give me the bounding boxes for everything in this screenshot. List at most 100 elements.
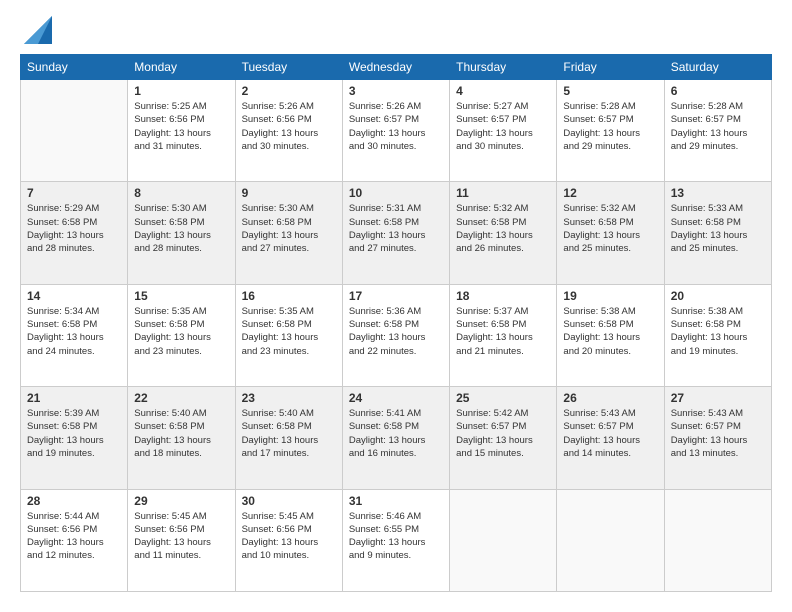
day-number: 6 <box>671 84 765 98</box>
calendar-header-wednesday: Wednesday <box>342 55 449 80</box>
day-number: 11 <box>456 186 550 200</box>
day-number: 23 <box>242 391 336 405</box>
day-info: Sunrise: 5:46 AM Sunset: 6:55 PM Dayligh… <box>349 510 443 563</box>
day-info: Sunrise: 5:38 AM Sunset: 6:58 PM Dayligh… <box>671 305 765 358</box>
calendar-cell: 10 Sunrise: 5:31 AM Sunset: 6:58 PM Dayli… <box>342 182 449 284</box>
day-number: 30 <box>242 494 336 508</box>
day-number: 14 <box>27 289 121 303</box>
day-number: 25 <box>456 391 550 405</box>
day-number: 24 <box>349 391 443 405</box>
calendar-cell: 17 Sunrise: 5:36 AM Sunset: 6:58 PM Dayli… <box>342 284 449 386</box>
day-number: 28 <box>27 494 121 508</box>
calendar-cell: 12 Sunrise: 5:32 AM Sunset: 6:58 PM Dayli… <box>557 182 664 284</box>
day-info: Sunrise: 5:40 AM Sunset: 6:58 PM Dayligh… <box>134 407 228 460</box>
day-number: 12 <box>563 186 657 200</box>
calendar-cell: 19Sunrise: 5:38 AM Sunset: 6:58 PM Dayli… <box>557 284 664 386</box>
day-number: 7 <box>27 186 121 200</box>
day-info: Sunrise: 5:33 AM Sunset: 6:58 PM Dayligh… <box>671 202 765 255</box>
day-info: Sunrise: 5:43 AM Sunset: 6:57 PM Dayligh… <box>563 407 657 460</box>
calendar-cell: 28Sunrise: 5:44 AM Sunset: 6:56 PM Dayli… <box>21 489 128 591</box>
day-info: Sunrise: 5:31 AM Sunset: 6:58 PM Dayligh… <box>349 202 443 255</box>
day-number: 31 <box>349 494 443 508</box>
day-info: Sunrise: 5:35 AM Sunset: 6:58 PM Dayligh… <box>242 305 336 358</box>
calendar-header-monday: Monday <box>128 55 235 80</box>
calendar-table: SundayMondayTuesdayWednesdayThursdayFrid… <box>20 54 772 592</box>
day-number: 2 <box>242 84 336 98</box>
day-number: 29 <box>134 494 228 508</box>
day-number: 16 <box>242 289 336 303</box>
day-info: Sunrise: 5:30 AM Sunset: 6:58 PM Dayligh… <box>134 202 228 255</box>
calendar-header-row: SundayMondayTuesdayWednesdayThursdayFrid… <box>21 55 772 80</box>
day-info: Sunrise: 5:28 AM Sunset: 6:57 PM Dayligh… <box>671 100 765 153</box>
calendar-cell: 20 Sunrise: 5:38 AM Sunset: 6:58 PM Dayli… <box>664 284 771 386</box>
calendar-cell: 8 Sunrise: 5:30 AM Sunset: 6:58 PM Daylig… <box>128 182 235 284</box>
day-info: Sunrise: 5:25 AM Sunset: 6:56 PM Dayligh… <box>134 100 228 153</box>
calendar-cell: 14 Sunrise: 5:34 AM Sunset: 6:58 PM Dayli… <box>21 284 128 386</box>
day-info: Sunrise: 5:29 AM Sunset: 6:58 PM Dayligh… <box>27 202 121 255</box>
calendar-cell: 15Sunrise: 5:35 AM Sunset: 6:58 PM Dayli… <box>128 284 235 386</box>
calendar-cell: 11Sunrise: 5:32 AM Sunset: 6:58 PM Dayli… <box>450 182 557 284</box>
calendar-row-week-5: 28Sunrise: 5:44 AM Sunset: 6:56 PM Dayli… <box>21 489 772 591</box>
calendar-cell: 21Sunrise: 5:39 AM Sunset: 6:58 PM Dayli… <box>21 387 128 489</box>
calendar-cell: 9 Sunrise: 5:30 AM Sunset: 6:58 PM Daylig… <box>235 182 342 284</box>
day-info: Sunrise: 5:35 AM Sunset: 6:58 PM Dayligh… <box>134 305 228 358</box>
day-info: Sunrise: 5:26 AM Sunset: 6:57 PM Dayligh… <box>349 100 443 153</box>
day-number: 19 <box>563 289 657 303</box>
calendar-cell: 22 Sunrise: 5:40 AM Sunset: 6:58 PM Dayli… <box>128 387 235 489</box>
day-number: 21 <box>27 391 121 405</box>
header <box>20 20 772 44</box>
calendar-cell: 16 Sunrise: 5:35 AM Sunset: 6:58 PM Dayli… <box>235 284 342 386</box>
calendar-header-friday: Friday <box>557 55 664 80</box>
day-info: Sunrise: 5:34 AM Sunset: 6:58 PM Dayligh… <box>27 305 121 358</box>
day-number: 27 <box>671 391 765 405</box>
day-info: Sunrise: 5:43 AM Sunset: 6:57 PM Dayligh… <box>671 407 765 460</box>
day-info: Sunrise: 5:42 AM Sunset: 6:57 PM Dayligh… <box>456 407 550 460</box>
logo-icon <box>24 16 52 44</box>
day-info: Sunrise: 5:27 AM Sunset: 6:57 PM Dayligh… <box>456 100 550 153</box>
day-number: 1 <box>134 84 228 98</box>
calendar-cell <box>450 489 557 591</box>
day-number: 10 <box>349 186 443 200</box>
calendar-cell: 31 Sunrise: 5:46 AM Sunset: 6:55 PM Dayli… <box>342 489 449 591</box>
day-number: 8 <box>134 186 228 200</box>
calendar-cell: 1 Sunrise: 5:25 AM Sunset: 6:56 PM Daylig… <box>128 80 235 182</box>
calendar-cell: 29Sunrise: 5:45 AM Sunset: 6:56 PM Dayli… <box>128 489 235 591</box>
calendar-header-sunday: Sunday <box>21 55 128 80</box>
calendar-cell: 5 Sunrise: 5:28 AM Sunset: 6:57 PM Daylig… <box>557 80 664 182</box>
calendar-cell: 3 Sunrise: 5:26 AM Sunset: 6:57 PM Daylig… <box>342 80 449 182</box>
calendar-row-week-1: 1 Sunrise: 5:25 AM Sunset: 6:56 PM Daylig… <box>21 80 772 182</box>
day-number: 20 <box>671 289 765 303</box>
calendar-cell: 25 Sunrise: 5:42 AM Sunset: 6:57 PM Dayli… <box>450 387 557 489</box>
day-number: 22 <box>134 391 228 405</box>
calendar-cell: 27 Sunrise: 5:43 AM Sunset: 6:57 PM Dayli… <box>664 387 771 489</box>
calendar-cell: 2 Sunrise: 5:26 AM Sunset: 6:56 PM Daylig… <box>235 80 342 182</box>
day-number: 9 <box>242 186 336 200</box>
page: SundayMondayTuesdayWednesdayThursdayFrid… <box>0 0 792 612</box>
calendar-header-saturday: Saturday <box>664 55 771 80</box>
day-number: 4 <box>456 84 550 98</box>
calendar-cell: 4 Sunrise: 5:27 AM Sunset: 6:57 PM Daylig… <box>450 80 557 182</box>
calendar-row-week-4: 21Sunrise: 5:39 AM Sunset: 6:58 PM Dayli… <box>21 387 772 489</box>
calendar-header-thursday: Thursday <box>450 55 557 80</box>
calendar-header-tuesday: Tuesday <box>235 55 342 80</box>
calendar-cell: 6 Sunrise: 5:28 AM Sunset: 6:57 PM Daylig… <box>664 80 771 182</box>
calendar-cell: 7 Sunrise: 5:29 AM Sunset: 6:58 PM Daylig… <box>21 182 128 284</box>
calendar-cell <box>664 489 771 591</box>
day-info: Sunrise: 5:40 AM Sunset: 6:58 PM Dayligh… <box>242 407 336 460</box>
day-info: Sunrise: 5:32 AM Sunset: 6:58 PM Dayligh… <box>563 202 657 255</box>
calendar-cell <box>21 80 128 182</box>
calendar-cell: 26Sunrise: 5:43 AM Sunset: 6:57 PM Dayli… <box>557 387 664 489</box>
day-info: Sunrise: 5:26 AM Sunset: 6:56 PM Dayligh… <box>242 100 336 153</box>
day-number: 17 <box>349 289 443 303</box>
day-info: Sunrise: 5:28 AM Sunset: 6:57 PM Dayligh… <box>563 100 657 153</box>
day-number: 3 <box>349 84 443 98</box>
calendar-cell: 30Sunrise: 5:45 AM Sunset: 6:56 PM Dayli… <box>235 489 342 591</box>
day-info: Sunrise: 5:37 AM Sunset: 6:58 PM Dayligh… <box>456 305 550 358</box>
calendar-cell: 18 Sunrise: 5:37 AM Sunset: 6:58 PM Dayli… <box>450 284 557 386</box>
day-info: Sunrise: 5:30 AM Sunset: 6:58 PM Dayligh… <box>242 202 336 255</box>
calendar-row-week-3: 14 Sunrise: 5:34 AM Sunset: 6:58 PM Dayli… <box>21 284 772 386</box>
day-info: Sunrise: 5:36 AM Sunset: 6:58 PM Dayligh… <box>349 305 443 358</box>
day-number: 18 <box>456 289 550 303</box>
day-number: 5 <box>563 84 657 98</box>
day-info: Sunrise: 5:41 AM Sunset: 6:58 PM Dayligh… <box>349 407 443 460</box>
